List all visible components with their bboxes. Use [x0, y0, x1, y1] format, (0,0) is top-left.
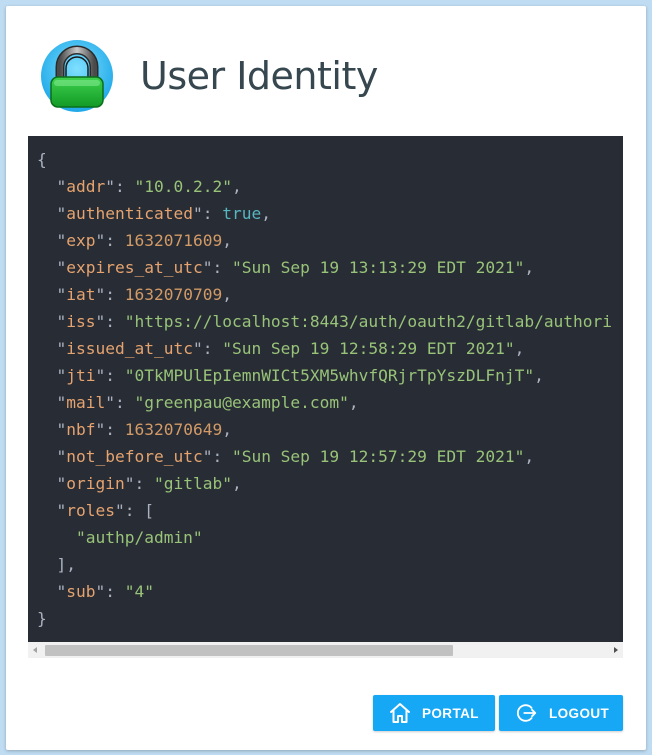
- json-value: 1632070649: [124, 420, 223, 439]
- portal-button[interactable]: PORTAL: [373, 695, 495, 731]
- json-value: "10.0.2.2": [134, 177, 232, 196]
- padlock-icon: [41, 40, 113, 112]
- portal-button-label: PORTAL: [422, 705, 479, 721]
- json-value: true: [222, 204, 262, 223]
- header: User Identity: [40, 36, 636, 116]
- json-value: "https://localhost:8443/auth/oauth2/gitl…: [124, 312, 613, 331]
- json-key: nbf: [66, 420, 96, 439]
- logout-icon: [517, 704, 537, 722]
- json-key: sub: [66, 582, 96, 601]
- scrollbar-thumb[interactable]: [45, 645, 453, 656]
- logout-button[interactable]: LOGOUT: [499, 695, 623, 731]
- json-line: "not_before_utc": "Sun Sep 19 12:57:29 E…: [37, 447, 535, 466]
- json-value: "0TkMPUlEpIemnWICt5XM5whvfQRjrTpYszDLFnj…: [124, 366, 535, 385]
- identity-json-viewer[interactable]: { "addr": "10.0.2.2", "authenticated": t…: [28, 136, 623, 658]
- json-array-item: "authp/admin": [75, 528, 203, 547]
- json-key: not_before_utc: [66, 447, 203, 466]
- json-key: iat: [66, 285, 96, 304]
- identity-card: User Identity { "addr": "10.0.2.2", "aut…: [6, 6, 646, 750]
- json-value: "Sun Sep 19 12:57:29 EDT 2021": [231, 447, 525, 466]
- json-key: mail: [66, 393, 106, 412]
- json-line: "sub": "4": [37, 582, 154, 601]
- identity-json-code: { "addr": "10.0.2.2", "authenticated": t…: [37, 150, 613, 628]
- json-line: "expires_at_utc": "Sun Sep 19 13:13:29 E…: [37, 258, 535, 277]
- page-title: User Identity: [140, 54, 378, 98]
- json-value: 1632070709: [124, 285, 223, 304]
- json-line: "jti": "0TkMPUlEpIemnWICt5XM5whvfQRjrTpY…: [37, 366, 544, 385]
- horizontal-scrollbar[interactable]: [28, 642, 623, 658]
- json-value: "Sun Sep 19 13:13:29 EDT 2021": [231, 258, 525, 277]
- json-value: "greenpau@example.com": [134, 393, 349, 412]
- json-key: addr: [66, 177, 106, 196]
- json-key: roles: [66, 501, 115, 520]
- json-line: "issued_at_utc": "Sun Sep 19 12:58:29 ED…: [37, 339, 525, 358]
- json-value: "4": [124, 582, 154, 601]
- json-close-brace: }: [37, 609, 47, 628]
- json-key: origin: [66, 474, 125, 493]
- json-line: "addr": "10.0.2.2",: [37, 177, 242, 196]
- json-value: 1632071609: [124, 231, 223, 250]
- json-line: "origin": "gitlab",: [37, 474, 242, 493]
- json-line: "authp/admin": [37, 528, 203, 547]
- json-key: issued_at_utc: [66, 339, 193, 358]
- json-key: jti: [66, 366, 96, 385]
- json-line: "mail": "greenpau@example.com",: [37, 393, 359, 412]
- scroll-left-icon[interactable]: [33, 647, 37, 653]
- json-line: "iss": "https://localhost:8443/auth/oaut…: [37, 312, 613, 331]
- json-line: "roles": [: [37, 501, 154, 520]
- json-line: "authenticated": true,: [37, 204, 271, 223]
- json-value: "Sun Sep 19 12:58:29 EDT 2021": [222, 339, 515, 358]
- json-line: "iat": 1632070709,: [37, 285, 232, 304]
- json-line: "exp": 1632071609,: [37, 231, 232, 250]
- json-line: "nbf": 1632070649,: [37, 420, 232, 439]
- json-key: expires_at_utc: [66, 258, 203, 277]
- json-key: exp: [66, 231, 96, 250]
- home-icon: [390, 703, 410, 723]
- json-open-brace: {: [37, 150, 47, 169]
- json-key: authenticated: [66, 204, 193, 223]
- json-key: iss: [66, 312, 96, 331]
- json-value: "gitlab": [153, 474, 232, 493]
- scroll-right-icon[interactable]: [614, 647, 618, 653]
- logout-button-label: LOGOUT: [549, 705, 610, 721]
